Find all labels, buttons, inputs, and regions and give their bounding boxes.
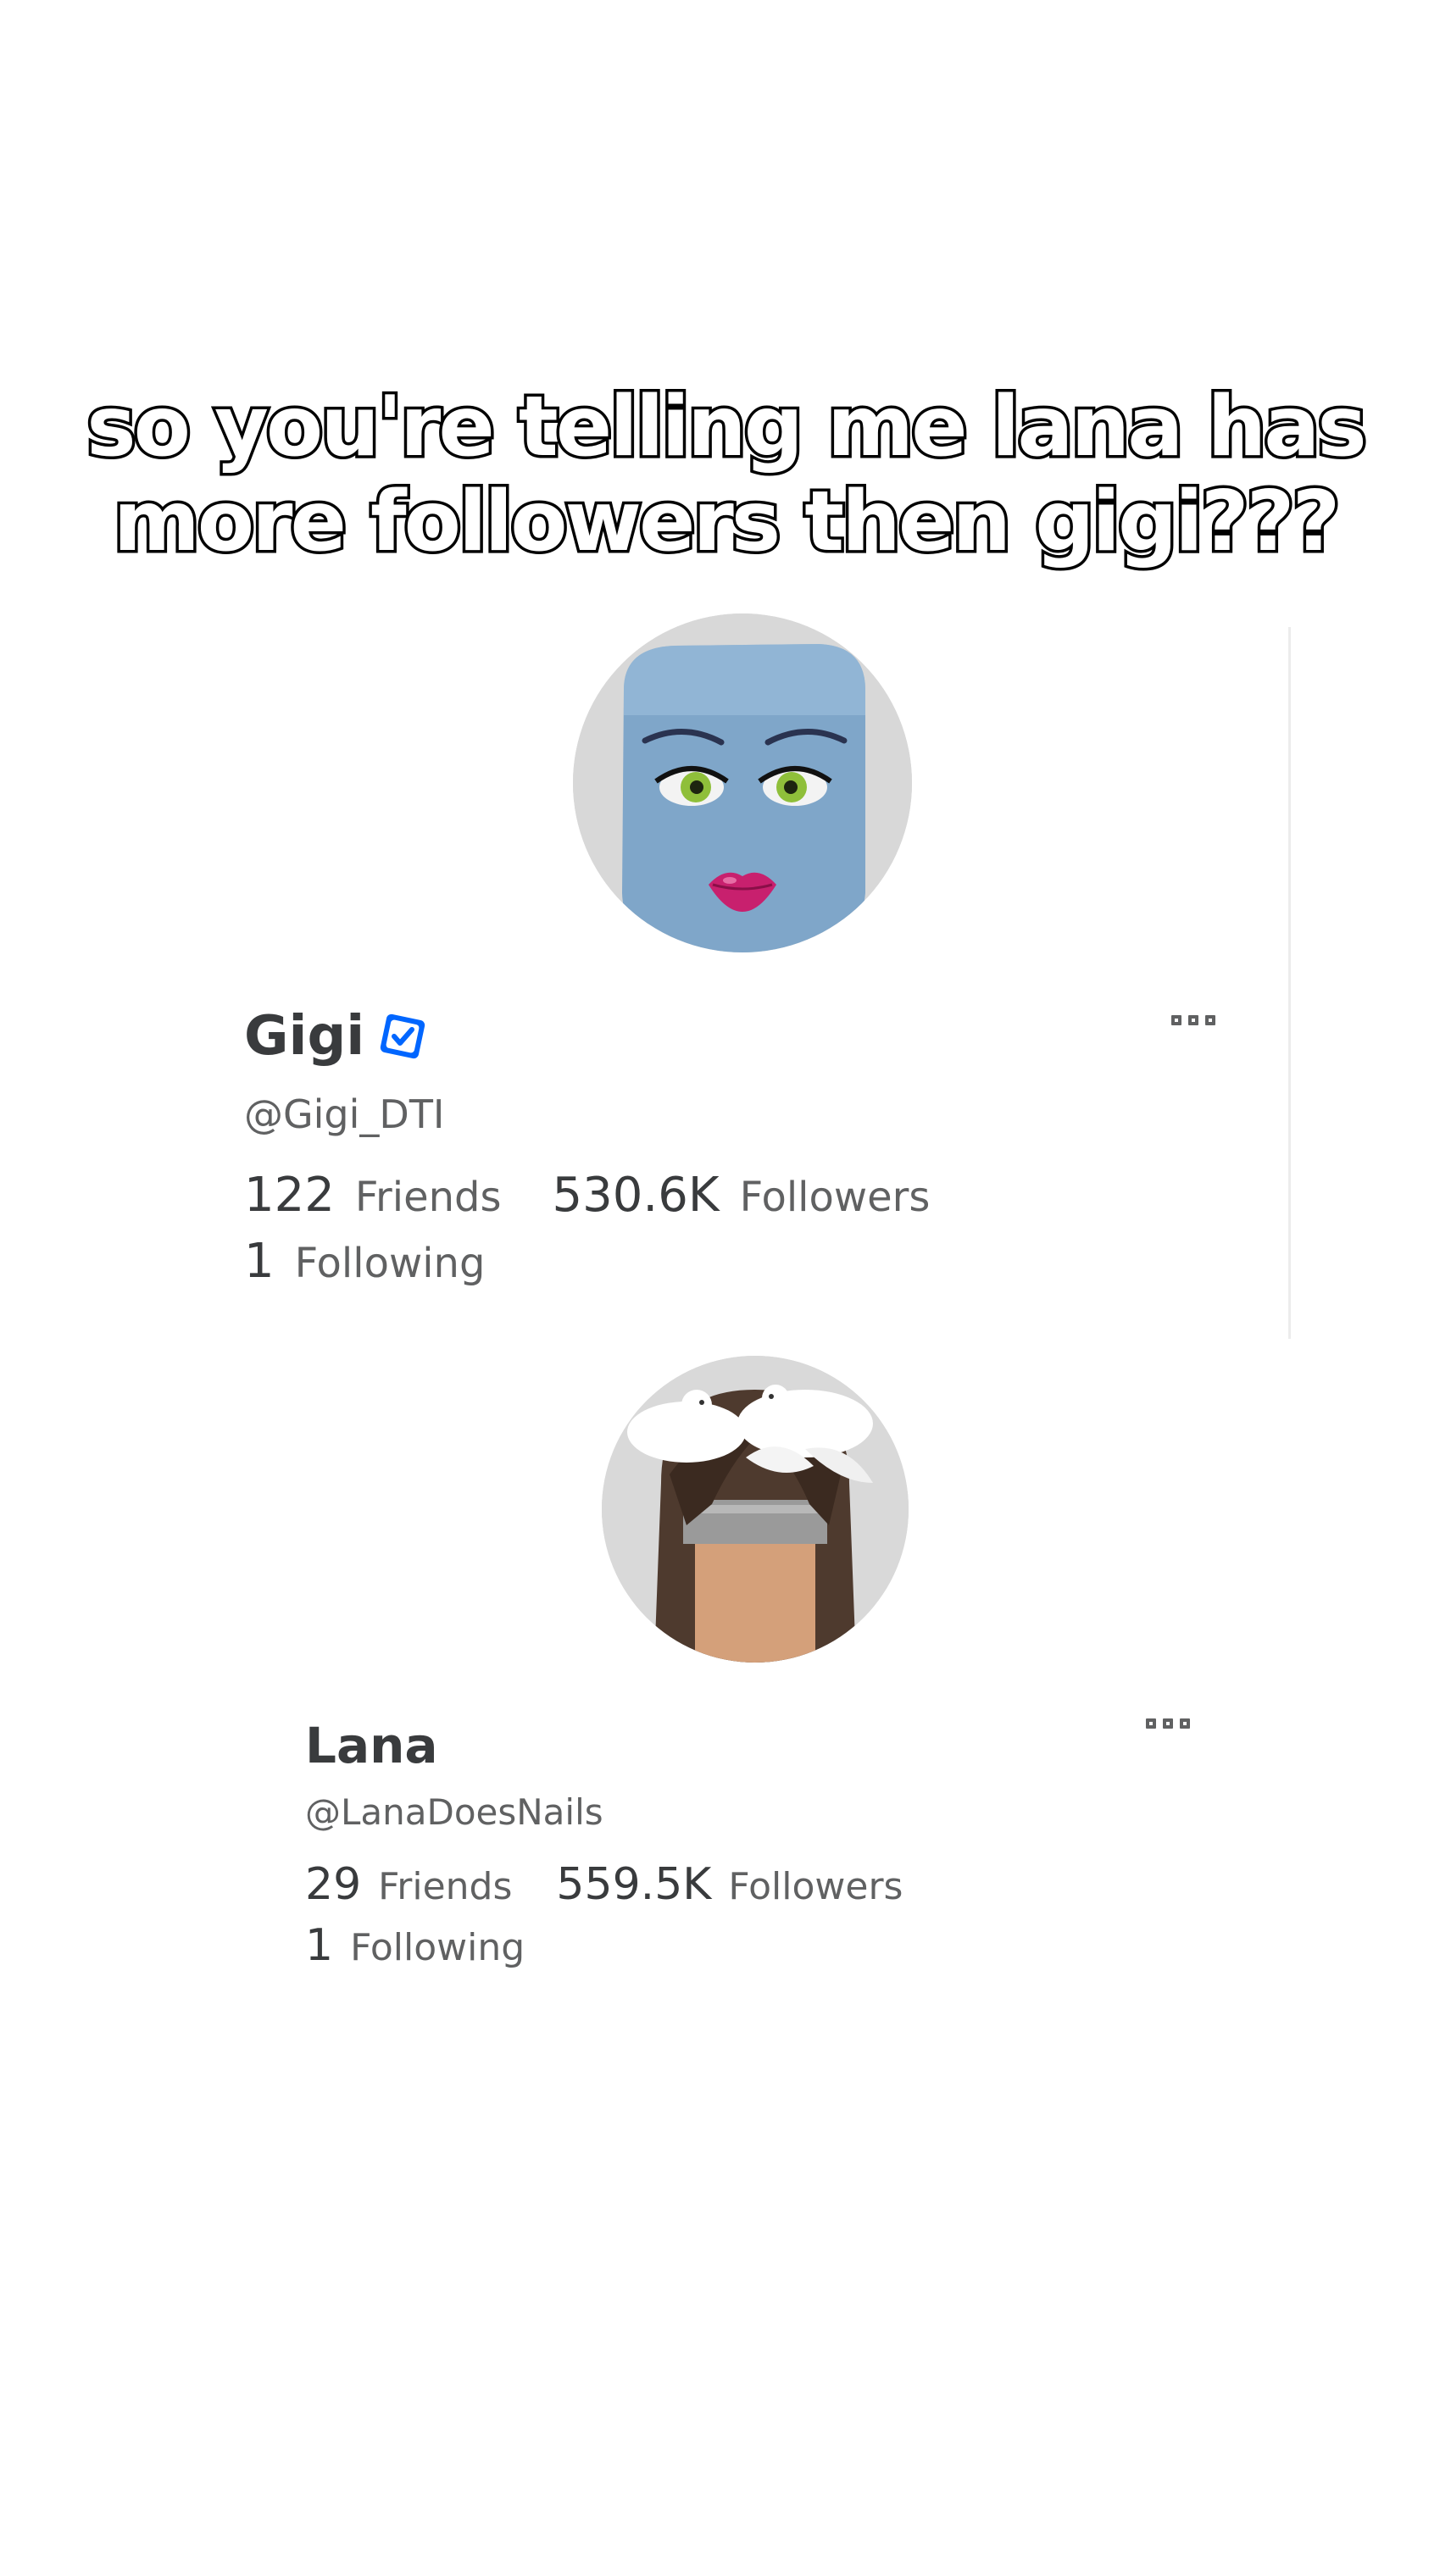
friends-label[interactable]: Friends — [378, 1865, 512, 1908]
more-dot — [1180, 1718, 1190, 1729]
stats-row-lana: 29 Friends 559.5K Followers — [305, 1859, 903, 1910]
avatar-lana[interactable] — [602, 1356, 909, 1663]
friends-count[interactable]: 29 — [305, 1859, 361, 1910]
name-row-lana: Lana — [305, 1717, 438, 1774]
more-dot — [1146, 1718, 1156, 1729]
following-count[interactable]: 1 — [244, 1234, 275, 1289]
following-count[interactable]: 1 — [305, 1920, 333, 1971]
more-options-icon[interactable] — [1171, 1015, 1215, 1025]
more-dot — [1188, 1015, 1198, 1025]
following-label[interactable]: Following — [350, 1926, 525, 1969]
more-dot — [1163, 1718, 1173, 1729]
more-options-icon[interactable] — [1146, 1718, 1190, 1729]
username-handle: @Gigi_DTI — [244, 1091, 445, 1137]
name-row-gigi: Gigi — [244, 1005, 427, 1068]
friends-label[interactable]: Friends — [355, 1174, 502, 1221]
followers-label[interactable]: Followers — [740, 1174, 931, 1221]
stats-row-gigi: 122 Friends 530.6K Followers — [244, 1168, 930, 1223]
following-label[interactable]: Following — [295, 1240, 486, 1287]
followers-label[interactable]: Followers — [728, 1865, 903, 1908]
username-handle: @LanaDoesNails — [305, 1791, 603, 1833]
avatar-gigi-image — [573, 613, 912, 952]
avatar-lana-image — [602, 1356, 909, 1663]
profile-card-gigi: Gigi @Gigi_DTI 122 Friends 530.6K Follow… — [0, 0, 1451, 1356]
avatar-gigi[interactable] — [573, 613, 912, 952]
friends-count[interactable]: 122 — [244, 1168, 335, 1223]
caption-line-2: more followers then gigi??? — [110, 472, 1343, 573]
followers-count[interactable]: 530.6K — [553, 1168, 720, 1223]
followers-count[interactable]: 559.5K — [556, 1859, 711, 1910]
more-dot — [1205, 1015, 1215, 1025]
profile-card-lana: Lana @LanaDoesNails 29 Friends 559.5K Fo… — [0, 1339, 1451, 2186]
meme-caption: so you're telling me lana has more follo… — [0, 377, 1451, 573]
display-name: Gigi — [244, 1005, 365, 1068]
following-row-gigi: 1 Following — [244, 1234, 485, 1289]
display-name: Lana — [305, 1717, 438, 1774]
following-row-lana: 1 Following — [305, 1920, 525, 1971]
more-dot — [1171, 1015, 1181, 1025]
verified-badge-icon — [378, 1012, 427, 1061]
caption-line-1: so you're telling me lana has — [84, 377, 1370, 478]
